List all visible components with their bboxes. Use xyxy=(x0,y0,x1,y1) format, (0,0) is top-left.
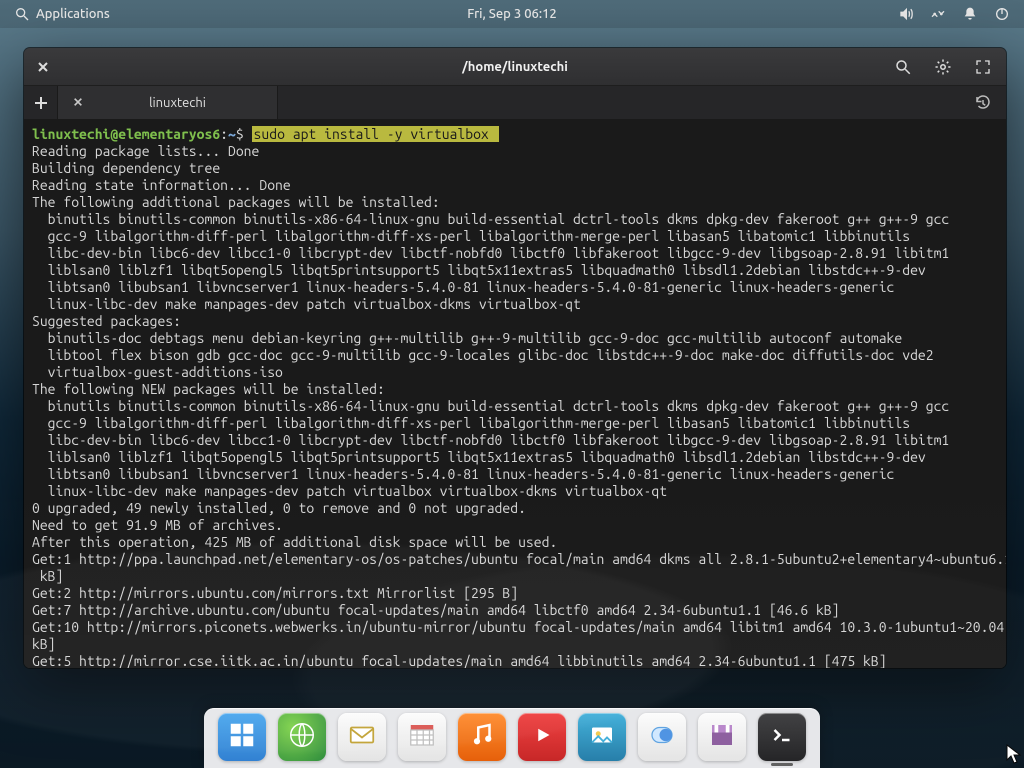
network-icon xyxy=(930,6,946,22)
window-close-button[interactable] xyxy=(24,48,62,86)
window-titlebar[interactable]: /home/linuxtechi xyxy=(24,48,1006,86)
power-icon xyxy=(994,6,1010,22)
new-tab-button[interactable] xyxy=(24,86,58,119)
terminal-tab[interactable]: linuxtechi xyxy=(58,86,278,119)
history-icon xyxy=(974,94,992,112)
multitasking-icon xyxy=(227,720,257,754)
volume-indicator[interactable] xyxy=(898,6,914,22)
dock-multitasking[interactable] xyxy=(218,713,266,761)
dock-terminal[interactable] xyxy=(758,713,806,761)
plus-icon xyxy=(34,96,48,110)
tab-label: linuxtechi xyxy=(96,96,259,110)
videos-icon xyxy=(527,720,557,754)
panel-clock: Fri, Sep 3 06:12 xyxy=(0,7,1024,21)
terminal-window: /home/linuxtechi linuxtechi linuxte xyxy=(24,48,1006,668)
applications-menu[interactable]: Applications xyxy=(14,6,110,22)
appcenter-icon xyxy=(707,720,737,754)
find-button[interactable] xyxy=(886,50,920,84)
switchboard-icon xyxy=(647,720,677,754)
search-icon xyxy=(894,58,912,76)
close-icon xyxy=(37,61,49,73)
photos-icon xyxy=(587,720,617,754)
mail-icon xyxy=(347,720,377,754)
top-panel: Applications Fri, Sep 3 06:12 xyxy=(0,0,1024,28)
maximize-button[interactable] xyxy=(966,50,1000,84)
volume-icon xyxy=(898,6,914,22)
gear-icon xyxy=(934,58,952,76)
terminal-icon xyxy=(767,720,797,754)
dock xyxy=(204,708,820,768)
terminal-output[interactable]: linuxtechi@elementaryos6:~$ sudo apt ins… xyxy=(24,120,1006,668)
dock-mail[interactable] xyxy=(338,713,386,761)
close-icon xyxy=(73,97,83,107)
network-indicator[interactable] xyxy=(930,6,946,22)
search-icon xyxy=(14,6,30,22)
web-browser-icon xyxy=(287,720,317,754)
maximize-icon xyxy=(975,59,991,75)
tab-bar: linuxtechi xyxy=(24,86,1006,120)
dock-calendar[interactable] xyxy=(398,713,446,761)
settings-button[interactable] xyxy=(926,50,960,84)
dock-switchboard[interactable] xyxy=(638,713,686,761)
history-button[interactable] xyxy=(966,86,1000,119)
dock-videos[interactable] xyxy=(518,713,566,761)
dock-music[interactable] xyxy=(458,713,506,761)
dock-web-browser[interactable] xyxy=(278,713,326,761)
notifications-indicator[interactable] xyxy=(962,6,978,22)
bell-icon xyxy=(962,6,978,22)
window-title: /home/linuxtechi xyxy=(24,60,1006,74)
session-indicator[interactable] xyxy=(994,6,1010,22)
applications-label: Applications xyxy=(36,7,110,21)
dock-photos[interactable] xyxy=(578,713,626,761)
music-icon xyxy=(467,720,497,754)
calendar-icon xyxy=(407,720,437,754)
tab-close-button[interactable] xyxy=(70,96,86,110)
mouse-cursor xyxy=(1006,744,1022,766)
dock-appcenter[interactable] xyxy=(698,713,746,761)
